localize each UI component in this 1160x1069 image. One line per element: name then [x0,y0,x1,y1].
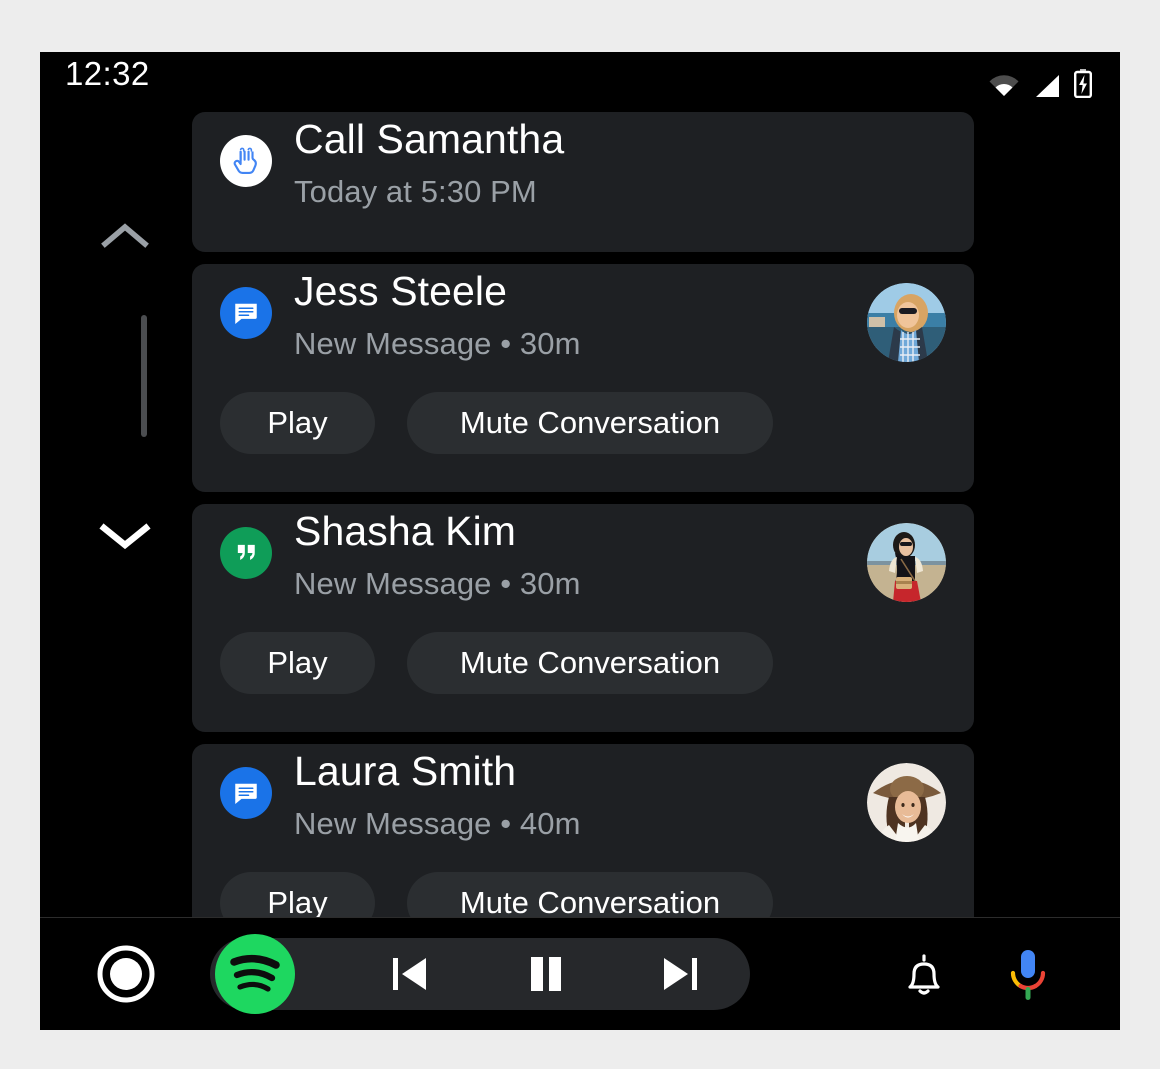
mute-conversation-button[interactable]: Mute Conversation [407,392,773,454]
battery-charging-icon [1074,69,1092,98]
notification-title: Call Samantha [294,116,565,162]
card-actions: Play Mute Conversation [220,392,773,454]
notification-subtitle: Today at 5:30 PM [294,174,537,209]
avatar [867,283,946,362]
notification-subtitle: New Message • 40m [294,806,581,841]
bottom-nav-bar [40,917,1120,1030]
messages-icon [220,287,272,339]
play-button[interactable]: Play [220,632,375,694]
hangouts-icon [220,527,272,579]
reminder-string-finger-icon [220,135,272,187]
card-header: Shasha Kim New Message • 30m [192,504,974,632]
skip-previous-icon[interactable] [388,954,432,994]
scroll-rail[interactable] [80,110,170,970]
card-actions: Play Mute Conversation [220,632,773,694]
card-header: Call Samantha Today at 5:30 PM [192,112,974,240]
notification-card-shasha-kim[interactable]: Shasha Kim New Message • 30m Play Mute C… [192,504,974,732]
notification-title: Shasha Kim [294,508,517,554]
play-button[interactable]: Play [220,392,375,454]
chevron-down-icon[interactable] [99,520,151,552]
scrollbar-thumb[interactable] [141,315,147,437]
chevron-up-icon[interactable] [101,220,149,250]
status-bar: 12:32 [40,52,1120,110]
spotify-icon[interactable] [208,927,302,1021]
bell-icon[interactable] [901,951,947,999]
messages-icon [220,767,272,819]
cell-signal-icon [1036,75,1059,97]
avatar [867,523,946,602]
notification-title: Laura Smith [294,748,517,794]
notification-subtitle: New Message • 30m [294,566,581,601]
google-assistant-mic-icon[interactable] [1005,948,1051,1002]
card-header: Laura Smith New Message • 40m [192,744,974,872]
notification-list[interactable]: Call Samantha Today at 5:30 PM Jess Stee… [192,112,982,1030]
card-header: Jess Steele New Message • 30m [192,264,974,392]
notification-title: Jess Steele [294,268,508,314]
status-clock: 12:32 [65,55,150,92]
home-circle-icon[interactable] [96,944,156,1004]
android-auto-screen: 12:32 Call Samantha Today at 5:30 PM Jes… [40,52,1120,1030]
mute-conversation-button[interactable]: Mute Conversation [407,632,773,694]
status-icons [988,64,1092,98]
notification-card-jess-steele[interactable]: Jess Steele New Message • 30m Play Mute … [192,264,974,492]
avatar [867,763,946,842]
notification-subtitle: New Message • 30m [294,326,581,361]
notification-card-reminder[interactable]: Call Samantha Today at 5:30 PM [192,112,974,252]
wifi-icon [989,75,1019,96]
skip-next-icon[interactable] [658,954,702,994]
pause-icon[interactable] [524,954,568,994]
